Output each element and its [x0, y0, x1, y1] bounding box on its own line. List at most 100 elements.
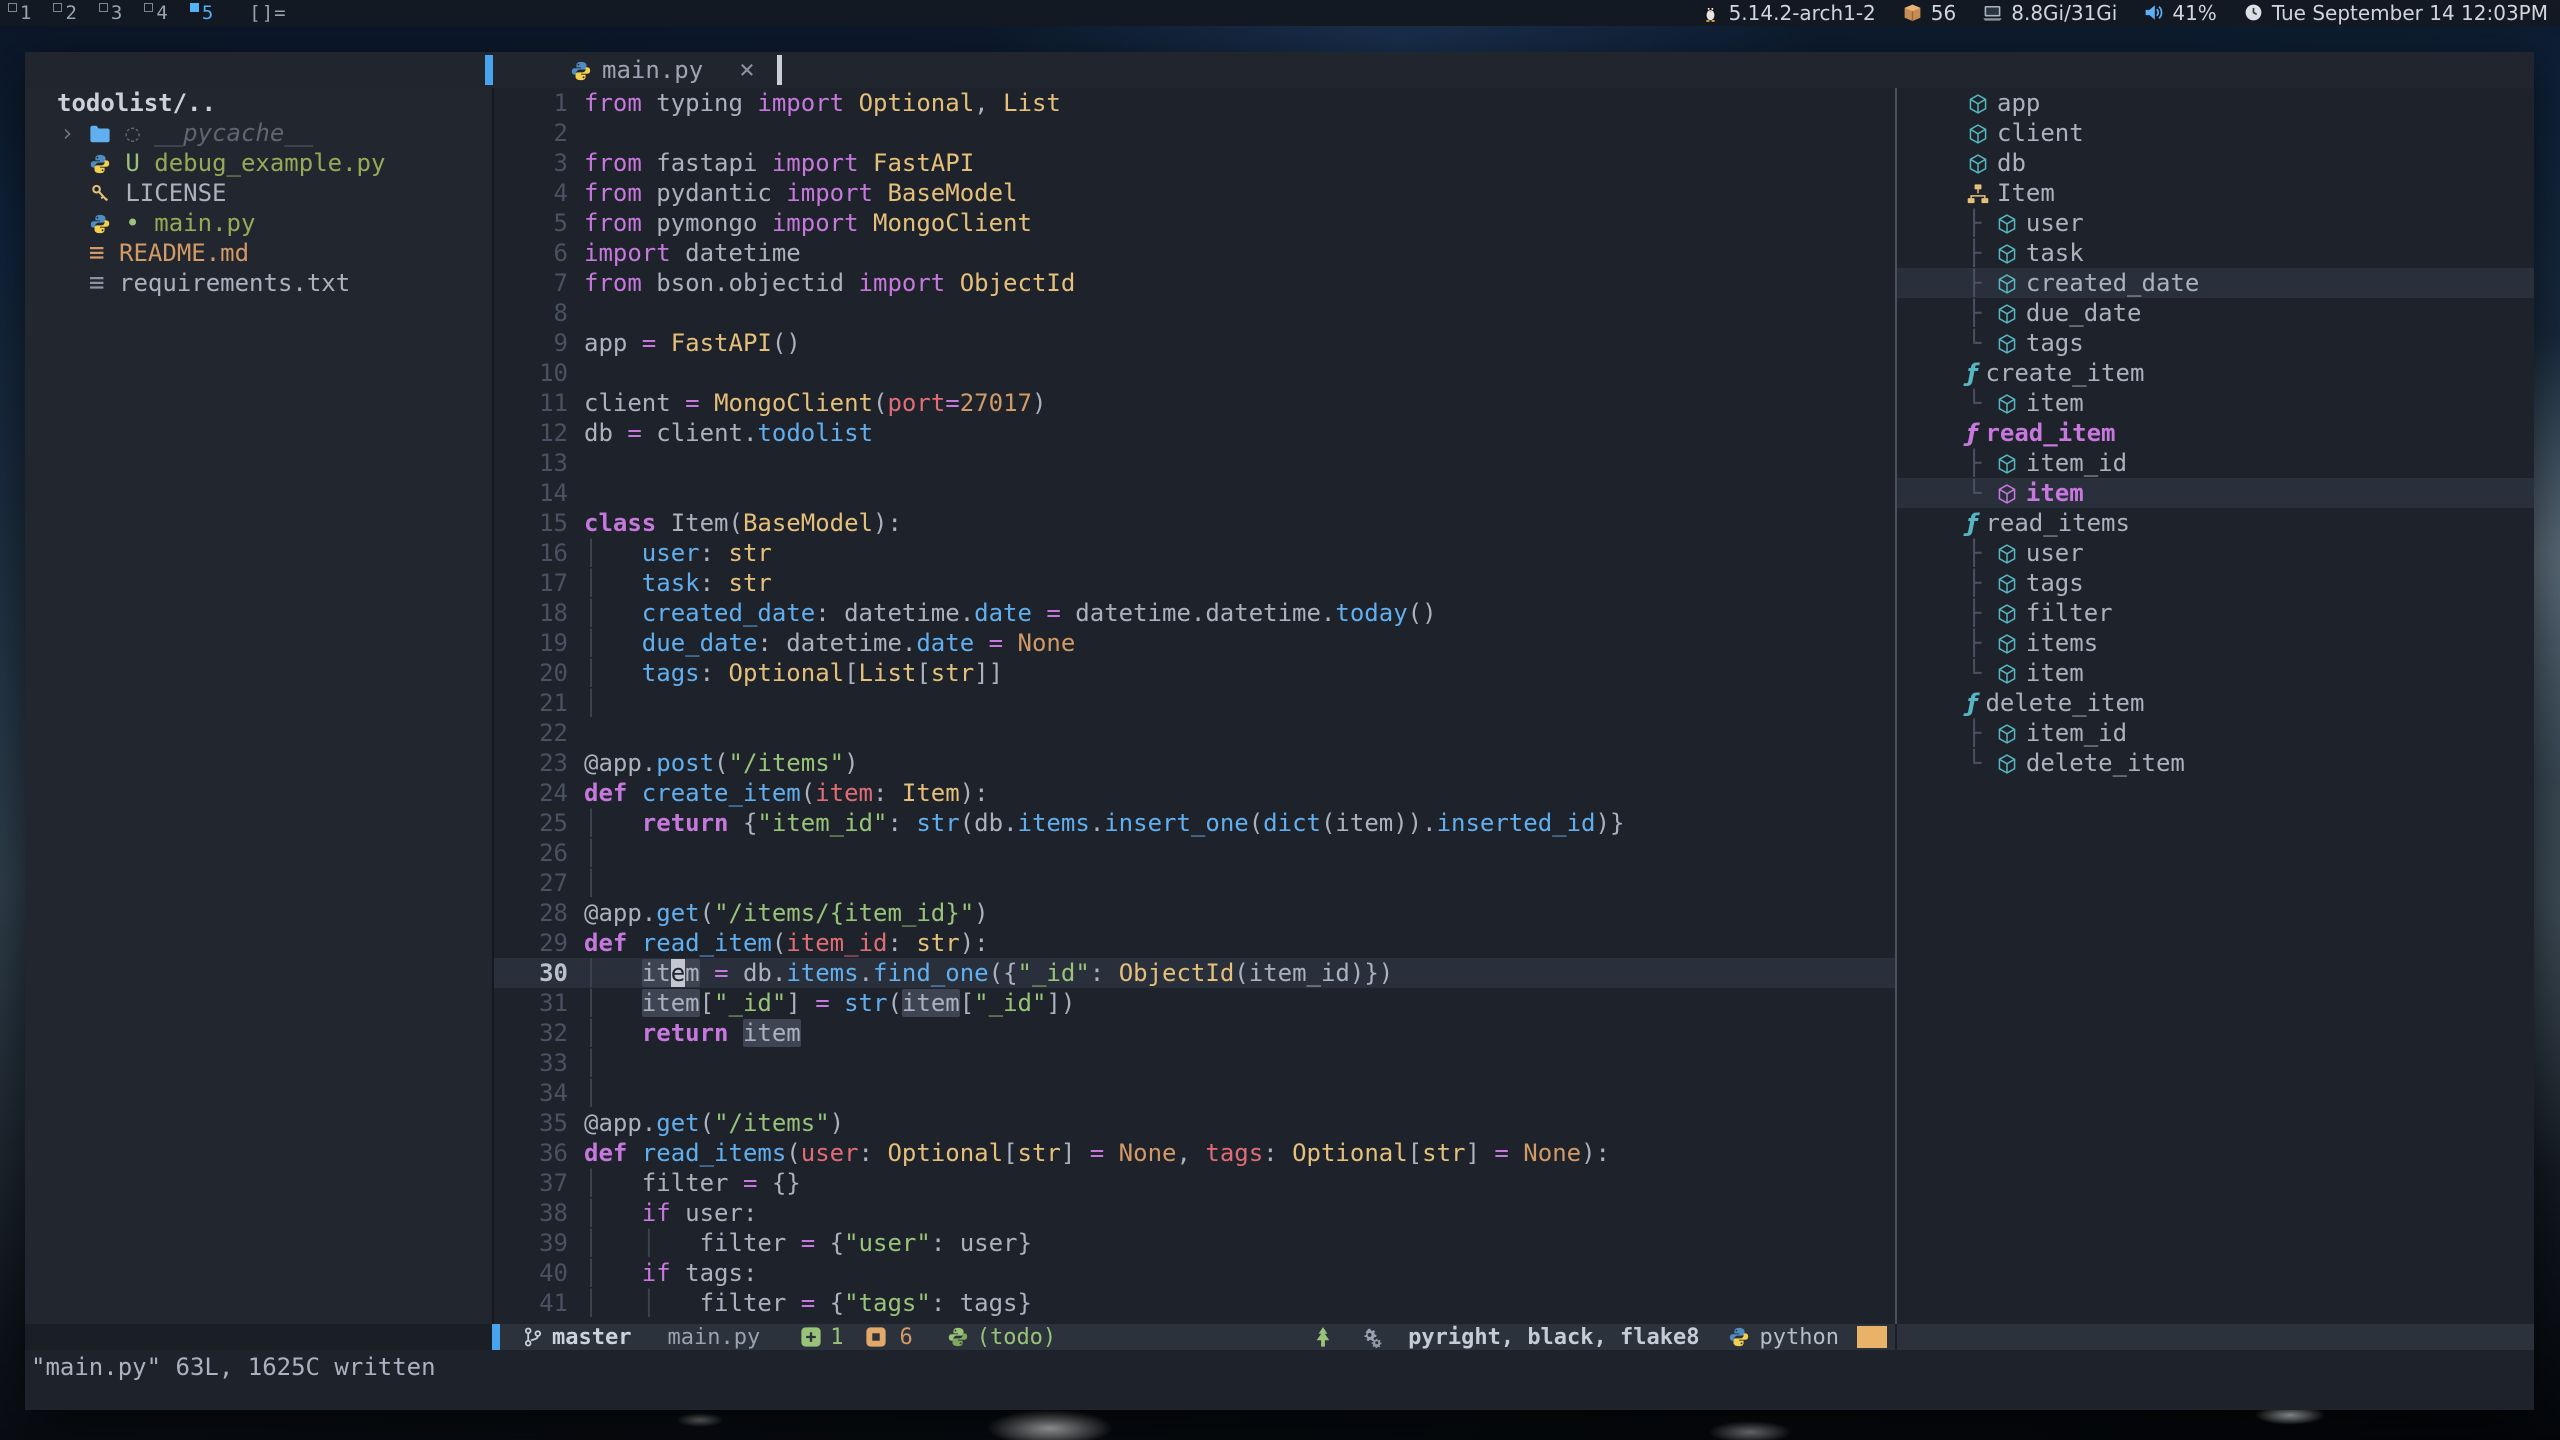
code-line-30[interactable]: 30│ item = db.items.find_one({"_id": Obj… — [494, 958, 1895, 988]
outline-symbol-item[interactable]: └ item — [1897, 388, 2534, 418]
code-line-27[interactable]: 27│ — [494, 868, 1895, 898]
code-line-34[interactable]: 34│ — [494, 1078, 1895, 1108]
workspace-button-1[interactable]: 1 — [0, 0, 45, 26]
code-line-39[interactable]: 39│ │ filter = {"user": user} — [494, 1228, 1895, 1258]
outline-symbol-tags[interactable]: ├ tags — [1897, 568, 2534, 598]
code-line-36[interactable]: 36def read_items(user: Optional[str] = N… — [494, 1138, 1895, 1168]
symbol-label: task — [2026, 239, 2084, 267]
code-line-11[interactable]: 11client = MongoClient(port=27017) — [494, 388, 1895, 418]
code-line-14[interactable]: 14 — [494, 478, 1895, 508]
code-line-20[interactable]: 20│ tags: Optional[List[str]] — [494, 658, 1895, 688]
code-line-26[interactable]: 26│ — [494, 838, 1895, 868]
tab-title: main.py — [602, 56, 703, 84]
code-line-3[interactable]: 3from fastapi import FastAPI — [494, 148, 1895, 178]
code-line-29[interactable]: 29def read_item(item_id: str): — [494, 928, 1895, 958]
code-line-2[interactable]: 2 — [494, 118, 1895, 148]
code-line-37[interactable]: 37│ filter = {} — [494, 1168, 1895, 1198]
workspace-button-3[interactable]: 3 — [91, 0, 136, 26]
workspace-indicator-square — [144, 3, 153, 12]
outline-symbol-read_items[interactable]: ƒread_items — [1897, 508, 2534, 538]
code-line-16[interactable]: 16│ user: str — [494, 538, 1895, 568]
outline-symbol-client[interactable]: client — [1897, 118, 2534, 148]
code-line-23[interactable]: 23@app.post("/items") — [494, 748, 1895, 778]
outline-symbol-read_item[interactable]: ƒread_item — [1897, 418, 2534, 448]
file-tree-root[interactable]: todolist/.. — [25, 88, 492, 118]
code-line-28[interactable]: 28@app.get("/items/{item_id}") — [494, 898, 1895, 928]
file-name: __pycache__ — [154, 119, 313, 147]
tab-close-icon[interactable]: × — [739, 55, 755, 85]
variable-icon — [1996, 299, 2026, 327]
outline-symbol-item[interactable]: └ item — [1897, 478, 2534, 508]
file-tree-item-requirements-txt[interactable]: ≡ requirements.txt — [25, 268, 492, 298]
outline-symbol-item_id[interactable]: ├ item_id — [1897, 718, 2534, 748]
code-line-19[interactable]: 19│ due_date: datetime.date = None — [494, 628, 1895, 658]
outline-symbol-db[interactable]: db — [1897, 148, 2534, 178]
outline-symbol-user[interactable]: ├ user — [1897, 208, 2534, 238]
code-line-38[interactable]: 38│ if user: — [494, 1198, 1895, 1228]
workspace-button-4[interactable]: 4 — [136, 0, 181, 26]
code-editor[interactable]: 1from typing import Optional, List23from… — [494, 88, 1895, 1324]
code-line-22[interactable]: 22 — [494, 718, 1895, 748]
outline-symbol-due_date[interactable]: ├ due_date — [1897, 298, 2534, 328]
line-number: 24 — [494, 778, 584, 808]
code-line-35[interactable]: 35@app.get("/items") — [494, 1108, 1895, 1138]
code-line-17[interactable]: 17│ task: str — [494, 568, 1895, 598]
outline-symbol-task[interactable]: ├ task — [1897, 238, 2534, 268]
outline-symbol-Item[interactable]: Item — [1897, 178, 2534, 208]
code-line-13[interactable]: 13 — [494, 448, 1895, 478]
outline-symbol-item[interactable]: └ item — [1897, 658, 2534, 688]
outline-symbol-delete_item[interactable]: └ delete_item — [1897, 748, 2534, 778]
code-line-32[interactable]: 32│ return item — [494, 1018, 1895, 1048]
workspace-button-5[interactable]: 5 — [182, 0, 227, 26]
symbol-label: delete_item — [2026, 749, 2185, 777]
outline-symbol-delete_item[interactable]: ƒdelete_item — [1897, 688, 2534, 718]
code-line-33[interactable]: 33│ — [494, 1048, 1895, 1078]
tree-connector: ├ — [1967, 599, 1996, 627]
code-line-4[interactable]: 4from pydantic import BaseModel — [494, 178, 1895, 208]
line-number: 37 — [494, 1168, 584, 1198]
code-line-5[interactable]: 5from pymongo import MongoClient — [494, 208, 1895, 238]
file-tree-item-main-py[interactable]: • main.py — [25, 208, 492, 238]
python-icon — [89, 149, 111, 177]
code-line-18[interactable]: 18│ created_date: datetime.date = dateti… — [494, 598, 1895, 628]
line-number: 27 — [494, 868, 584, 898]
tree-connector: ├ — [1967, 209, 1996, 237]
code-line-25[interactable]: 25│ return {"item_id": str(db.items.inse… — [494, 808, 1895, 838]
code-line-31[interactable]: 31│ item["_id"] = str(item["_id"]) — [494, 988, 1895, 1018]
outline-symbol-created_date[interactable]: ├ created_date — [1897, 268, 2534, 298]
code-line-10[interactable]: 10 — [494, 358, 1895, 388]
code-line-7[interactable]: 7from bson.objectid import ObjectId — [494, 268, 1895, 298]
code-line-1[interactable]: 1from typing import Optional, List — [494, 88, 1895, 118]
tab-main-py[interactable]: main.py × — [570, 52, 755, 88]
outline-symbol-user[interactable]: ├ user — [1897, 538, 2534, 568]
tree-connector: └ — [1967, 659, 1996, 687]
code-line-12[interactable]: 12db = client.todolist — [494, 418, 1895, 448]
code-line-9[interactable]: 9app = FastAPI() — [494, 328, 1895, 358]
variable-icon — [1996, 659, 2026, 687]
tabline: main.py × — [25, 52, 2534, 88]
outline-symbol-create_item[interactable]: ƒcreate_item — [1897, 358, 2534, 388]
outline-symbol-filter[interactable]: ├ filter — [1897, 598, 2534, 628]
variable-icon — [1996, 749, 2026, 777]
outline-symbol-items[interactable]: ├ items — [1897, 628, 2534, 658]
outline-symbol-item_id[interactable]: ├ item_id — [1897, 448, 2534, 478]
code-line-24[interactable]: 24def create_item(item: Item): — [494, 778, 1895, 808]
symbol-label: user — [2026, 539, 2084, 567]
code-line-6[interactable]: 6import datetime — [494, 238, 1895, 268]
file-tree-item-readme-md[interactable]: ≡ README.md — [25, 238, 492, 268]
code-line-41[interactable]: 41│ │ filter = {"tags": tags} — [494, 1288, 1895, 1318]
symbol-label: due_date — [2026, 299, 2142, 327]
file-tree-item-license[interactable]: LICENSE — [25, 178, 492, 208]
file-tree-item-debug-example-py[interactable]: U debug_example.py — [25, 148, 492, 178]
code-line-21[interactable]: 21│ — [494, 688, 1895, 718]
workspace-button-2[interactable]: 2 — [45, 0, 90, 26]
filetype-python-icon — [1728, 1325, 1750, 1350]
outline-symbol-app[interactable]: app — [1897, 88, 2534, 118]
outline-symbol-tags[interactable]: └ tags — [1897, 328, 2534, 358]
line-number: 1 — [494, 88, 584, 118]
statusline-filetree-segment — [25, 1324, 492, 1350]
file-tree-item--pycache-[interactable]: › ◌ __pycache__ — [25, 118, 492, 148]
code-line-8[interactable]: 8 — [494, 298, 1895, 328]
code-line-40[interactable]: 40│ if tags: — [494, 1258, 1895, 1288]
code-line-15[interactable]: 15class Item(BaseModel): — [494, 508, 1895, 538]
